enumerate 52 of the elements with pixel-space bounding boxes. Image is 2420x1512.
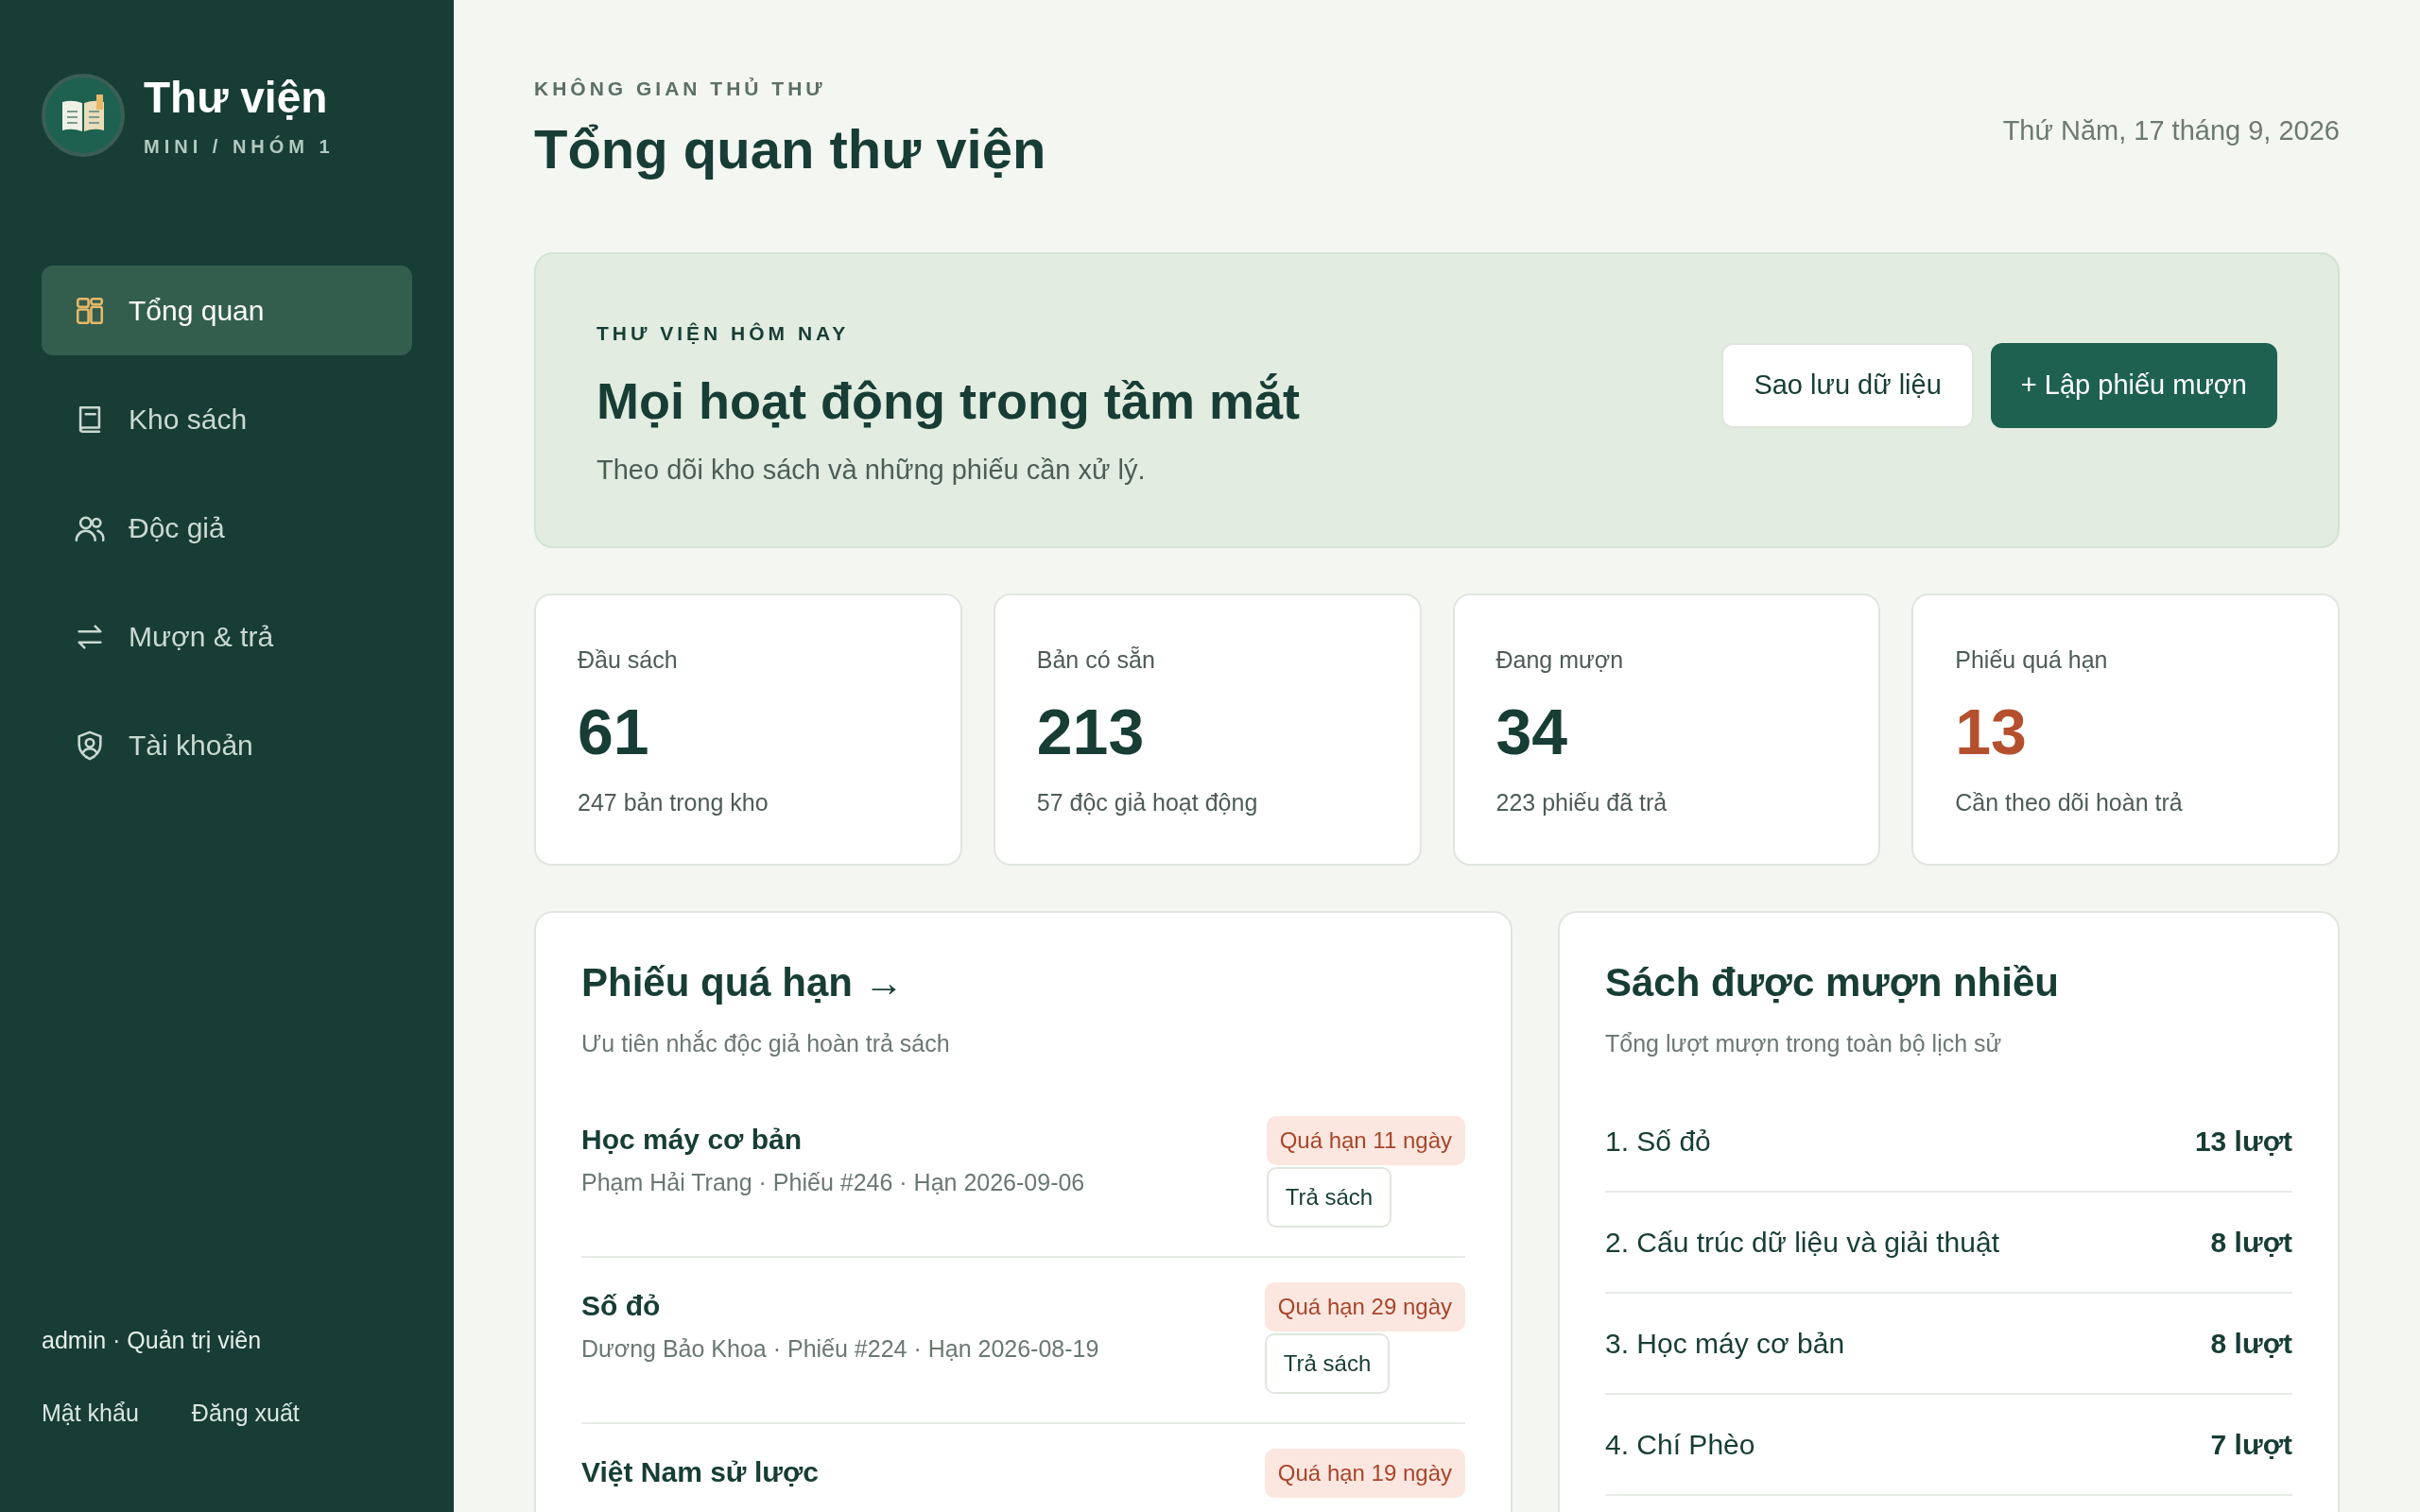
loan-count: 8 lượt: [2210, 1327, 2292, 1360]
book-name: 4. Chí Phèo: [1605, 1428, 1755, 1461]
backup-button[interactable]: Sao lưu dữ liệu: [1721, 342, 1974, 428]
nav-item[interactable]: Mượn & trả: [42, 592, 412, 681]
footer-link[interactable]: Đăng xuất: [191, 1400, 300, 1427]
stat-label: Đầu sách: [578, 646, 679, 674]
panel-subtitle: Ưu tiên nhắc độc giả hoàn trả sách: [581, 1030, 951, 1057]
stat-label: Đang mượn: [1495, 646, 1625, 674]
return-button[interactable]: Trả sách: [1266, 1167, 1392, 1228]
hero-eyebrow: THƯ VIỆN HÔM NAY: [596, 322, 850, 344]
loan-details: Dương Bảo Khoa · Phiếu #224 · Hạn 2026-08-19: [581, 1335, 1099, 1363]
stat-value: 213: [1036, 695, 1146, 768]
nav-item[interactable]: Kho sách: [42, 374, 412, 464]
stat-value: 13: [1955, 695, 2028, 768]
book-name: 1. Số đỏ: [1605, 1125, 1711, 1158]
brand-title: Thư viện: [144, 72, 329, 123]
footer-link[interactable]: Mật khẩu: [42, 1400, 139, 1427]
panel-title: Phiếu quá hạn →: [581, 960, 905, 1005]
loan-count: 13 lượt: [2194, 1125, 2292, 1158]
stat-note: 247 bản trong kho: [578, 789, 769, 816]
stat-note: 223 phiếu đã trả: [1495, 789, 1668, 816]
page-title: Tổng quan thư viện: [534, 117, 1046, 180]
book-title: Việt Nam sử lược: [581, 1456, 819, 1488]
nav-item[interactable]: Độc giả: [42, 483, 412, 573]
create-loan-button[interactable]: + Lập phiếu mượn: [1990, 342, 2277, 428]
book-name: 2. Cấu trúc dữ liệu và giải thuật: [1605, 1226, 1999, 1259]
page-eyebrow: KHÔNG GIAN THỦ THƯ: [534, 77, 827, 100]
panel-subtitle: Tổng lượt mượn trong toàn bộ lịch sử: [1605, 1030, 2003, 1057]
user-info: admin · Quản trị viên: [42, 1327, 263, 1354]
book-title: Học máy cơ bản: [581, 1124, 804, 1156]
stat-note: 57 độc giả hoạt động: [1036, 789, 1259, 816]
current-date: Thứ Năm, 17 tháng 9, 2026: [2002, 115, 2340, 146]
hero-subtitle: Theo dõi kho sách và những phiếu cần xử lý.: [596, 455, 1146, 485]
nav-item[interactable]: Tổng quan: [42, 266, 412, 355]
stat-label: Phiếu quá hạn: [1955, 646, 2109, 674]
overdue-badge: Quá hạn 29 ngày: [1264, 1282, 1465, 1332]
loan-count: 7 lượt: [2210, 1428, 2292, 1461]
loan-details: Phạm Hải Trang · Phiếu #246 · Hạn 2026-09-06: [581, 1169, 1085, 1196]
stat-value: 34: [1495, 695, 1569, 768]
loan-count: 8 lượt: [2210, 1226, 2292, 1259]
stat-label: Bản có sẵn: [1036, 646, 1156, 674]
book-name: 3. Học máy cơ bản: [1605, 1327, 1845, 1360]
overdue-badge: Quá hạn 11 ngày: [1266, 1116, 1465, 1165]
panel-title: Sách được mượn nhiều: [1605, 960, 2060, 1005]
stat-value: 61: [578, 695, 650, 768]
brand-subtitle: MINI / NHÓM 1: [144, 136, 335, 158]
stat-note: Cần theo dõi hoàn trả: [1955, 789, 2184, 816]
nav-item[interactable]: Tài khoản: [42, 700, 412, 790]
return-button[interactable]: Trả sách: [1264, 1333, 1391, 1394]
hero-title: Mọi hoạt động trong tầm mắt: [596, 371, 1300, 430]
book-title: Số đỏ: [581, 1290, 662, 1322]
overdue-badge: Quá hạn 19 ngày: [1264, 1449, 1465, 1498]
